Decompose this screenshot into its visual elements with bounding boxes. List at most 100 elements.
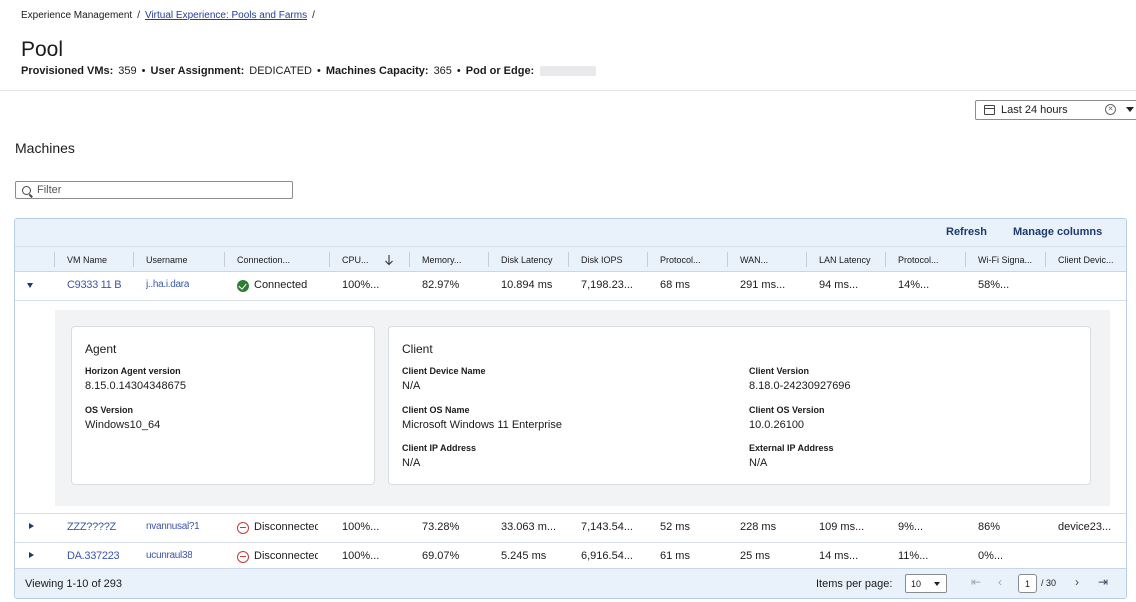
username-link[interactable]: j..ha.i.dara	[146, 279, 189, 290]
breadcrumb-link-pools-farms[interactable]: Virtual Experience: Pools and Farms	[145, 10, 307, 21]
column-divider[interactable]	[409, 252, 410, 267]
agent-card-title: Agent	[85, 342, 117, 356]
column-divider[interactable]	[133, 252, 134, 267]
column-divider[interactable]	[647, 252, 648, 267]
column-header-lan-latency[interactable]: LAN Latency	[819, 247, 885, 273]
protocol-loss-value: 14%...	[898, 279, 930, 291]
grid-header: VM Name Username Connection... CPU... Me…	[15, 246, 1126, 272]
row-divider	[15, 300, 1126, 301]
column-divider[interactable]	[965, 252, 966, 267]
chevron-down-icon	[934, 582, 940, 586]
column-header-wifi-signal[interactable]: Wi-Fi Signa...	[978, 247, 1044, 273]
memory-value: 69.07%	[422, 550, 460, 562]
connection-status: Disconnected	[254, 550, 318, 562]
machines-capacity-value: 365	[433, 65, 452, 77]
connection-status: Disconnected	[254, 521, 318, 533]
filter-box[interactable]	[15, 181, 293, 199]
disk-latency-value: 10.894 ms	[501, 279, 553, 291]
wan-value: 25 ms	[740, 550, 770, 562]
user-assignment-value: DEDICATED	[249, 65, 312, 77]
column-header-disk-latency[interactable]: Disk Latency	[501, 247, 567, 273]
page-number-input[interactable]: 1	[1018, 574, 1037, 593]
header-divider	[0, 90, 1136, 91]
column-header-connection[interactable]: Connection...	[237, 247, 317, 273]
collapse-row-icon[interactable]	[27, 283, 33, 288]
next-page-icon[interactable]: ›	[1075, 575, 1079, 589]
machines-capacity-label: Machines Capacity:	[325, 65, 429, 77]
client-version-label: Client Version	[749, 366, 810, 376]
breadcrumb-root[interactable]: Experience Management	[21, 10, 132, 21]
vm-name-link[interactable]: ZZZ????Z	[67, 521, 116, 533]
pod-or-edge-value-redacted	[540, 66, 597, 76]
client-os-name-label: Client OS Name	[402, 405, 470, 415]
time-range-value: Last 24 hours	[1001, 104, 1068, 116]
column-divider[interactable]	[224, 252, 225, 267]
column-header-cpu[interactable]: CPU...	[342, 247, 378, 273]
wifi-signal-value: 58%...	[978, 279, 1010, 291]
column-header-protocol-latency[interactable]: Protocol...	[660, 247, 726, 273]
vm-name-link[interactable]: C9333 11 B	[67, 279, 121, 291]
column-divider[interactable]	[727, 252, 728, 267]
column-header-wan[interactable]: WAN...	[740, 247, 806, 273]
breadcrumb-separator: /	[312, 10, 315, 21]
protocol-latency-value: 68 ms	[660, 279, 690, 291]
column-divider	[54, 252, 55, 267]
memory-value: 73.28%	[422, 521, 460, 533]
last-page-icon[interactable]: ⇥	[1098, 575, 1108, 589]
column-header-vm-name[interactable]: VM Name	[67, 247, 131, 273]
calendar-icon	[984, 105, 995, 115]
agent-card: Agent Horizon Agent version 8.15.0.14304…	[71, 326, 375, 485]
column-divider[interactable]	[885, 252, 886, 267]
column-header-client-device[interactable]: Client Devic...	[1058, 247, 1124, 273]
viewing-count: Viewing 1-10 of 293	[25, 578, 123, 590]
chevron-down-icon[interactable]	[1126, 107, 1134, 112]
lan-latency-value: 14 ms...	[819, 550, 859, 562]
clear-icon[interactable]: ✕	[1105, 104, 1116, 115]
external-ip-address-label: External IP Address	[749, 443, 834, 453]
expand-row-icon[interactable]	[29, 523, 34, 529]
vm-name-link[interactable]: DA.337223	[67, 550, 119, 562]
previous-page-icon[interactable]: ‹	[998, 575, 1002, 589]
wan-value: 228 ms	[740, 521, 777, 533]
sort-descending-icon[interactable]	[384, 254, 394, 266]
disk-iops-value: 7,143.54...	[581, 521, 633, 533]
table-row[interactable]: C9333 11 B j..ha.i.dara Connected 100%..…	[15, 272, 1126, 300]
column-divider[interactable]	[568, 252, 569, 267]
horizon-agent-version-value: 8.15.0.14304348675	[85, 380, 186, 392]
column-divider[interactable]	[806, 252, 807, 267]
expand-row-icon[interactable]	[29, 552, 34, 558]
cpu-value: 100%...	[342, 550, 380, 562]
manage-columns-button[interactable]: Manage columns	[1013, 226, 1102, 238]
column-header-memory[interactable]: Memory...	[422, 247, 488, 273]
column-divider[interactable]	[488, 252, 489, 267]
refresh-button[interactable]: Refresh	[946, 226, 987, 238]
first-page-icon[interactable]: ⇤	[971, 575, 981, 589]
machines-grid: Refresh Manage columns VM Name Username …	[14, 218, 1127, 599]
wan-value: 291 ms...	[740, 279, 786, 291]
grid-footer: Viewing 1-10 of 293 Items per page: 10 ⇤…	[15, 568, 1126, 598]
column-header-protocol-loss[interactable]: Protocol...	[898, 247, 964, 273]
wifi-signal-value: 0%...	[978, 550, 1004, 562]
column-header-disk-iops[interactable]: Disk IOPS	[581, 247, 647, 273]
column-divider[interactable]	[329, 252, 330, 267]
username-link[interactable]: nvannusal?1	[146, 521, 199, 532]
username-link[interactable]: ucunraul38	[146, 550, 192, 561]
page-total: / 30	[1041, 578, 1057, 588]
client-card-title: Client	[402, 342, 433, 356]
filter-input[interactable]	[37, 184, 277, 196]
column-divider[interactable]	[1045, 252, 1046, 267]
items-per-page-select[interactable]: 10	[905, 574, 947, 593]
connection-status: Connected	[254, 279, 308, 291]
protocol-latency-value: 61 ms	[660, 550, 690, 562]
wifi-signal-value: 86%	[978, 521, 1001, 533]
column-header-username[interactable]: Username	[146, 247, 222, 273]
meta-separator: •	[141, 65, 146, 77]
table-row[interactable]: DA.337223 ucunraul38 Disconnected 100%..…	[15, 543, 1126, 568]
provisioned-vms-label: Provisioned VMs:	[21, 65, 114, 77]
items-per-page-value: 10	[911, 579, 922, 589]
table-row[interactable]: ZZZ????Z nvannusal?1 Disconnected 100%..…	[15, 514, 1126, 542]
disk-latency-value: 33.063 m...	[501, 521, 557, 533]
client-os-version-label: Client OS Version	[749, 405, 825, 415]
row-detail-panel: Agent Horizon Agent version 8.15.0.14304…	[55, 310, 1110, 506]
time-range-picker[interactable]: Last 24 hours ✕	[975, 100, 1136, 120]
